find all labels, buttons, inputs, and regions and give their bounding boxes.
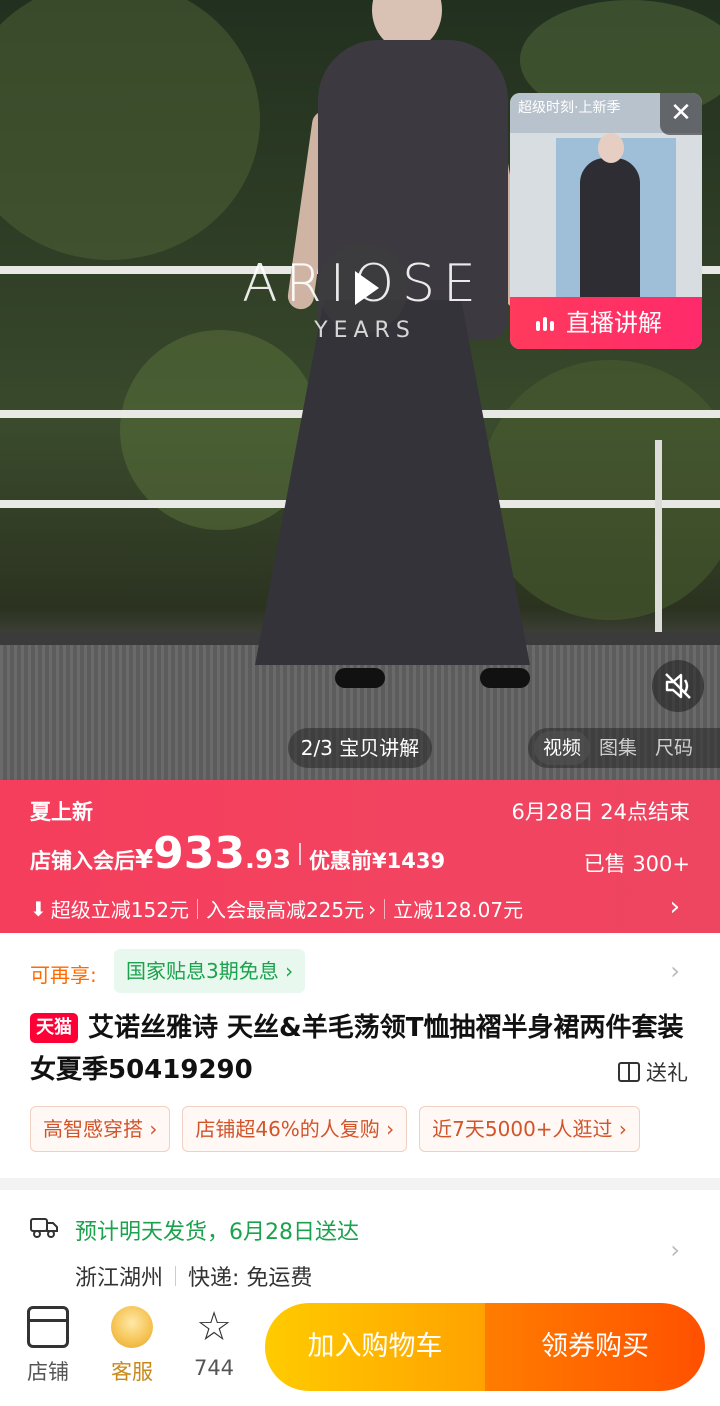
deal-item: 立减128.07元 [393,898,524,922]
original-price: 优惠前¥1439 [309,849,446,873]
price-label: 店铺入会后 [30,849,135,873]
live-host-head [598,133,624,163]
sold-count: 已售 300+ [583,852,690,876]
divider [175,1266,177,1286]
price-decimal: .93 [244,845,292,875]
chevron-right-icon: › [285,959,294,983]
live-host [580,158,640,303]
product-media[interactable]: ARIOSE YEARS 超级时刻·上新季 ✕ 直播讲解 2/3 宝贝讲解 视频… [0,0,720,780]
gift-button[interactable]: 送礼 [618,1057,688,1087]
deal-item: 超级立减152元 [50,898,189,922]
buy-with-coupon-button[interactable]: 领券购买 [485,1303,705,1391]
model-shoe [480,668,530,688]
add-to-cart-button[interactable]: 加入购物车 [265,1303,485,1391]
truck-icon [30,1218,58,1238]
model-shoe [335,668,385,688]
express-fee: 快递: 免运费 [188,1266,313,1291]
gift-icon [618,1062,640,1082]
brand-logo: ARIOSE [242,254,484,314]
store-icon [27,1306,69,1348]
tab-video[interactable]: 视频 [534,731,591,765]
highlight-chip[interactable]: 店铺超46%的人复购 › [182,1106,408,1152]
live-explain-label: 直播讲解 [566,309,662,337]
tab-gallery[interactable]: 图集 [590,731,646,765]
promo-title: 夏上新 [30,800,93,824]
ship-origin: 浙江湖州 [75,1266,164,1291]
installment-chip[interactable]: 国家贴息3期免息 › [114,949,306,993]
chevron-right-icon[interactable]: › [670,957,680,985]
divider [384,898,386,919]
brand-subtitle: YEARS [314,318,416,343]
store-label: 店铺 [27,1360,69,1384]
divider [196,898,198,919]
product-title[interactable]: 艾诺丝雅诗 天丝&羊毛荡领T恤抽褶半身裙两件套装女夏季50419290 [30,1007,694,1091]
customer-service-label: 客服 [111,1360,153,1384]
star-icon: ☆ [196,1304,232,1350]
close-icon[interactable]: ✕ [660,93,702,135]
chip-label: 近7天5000+人逛过 [432,1117,613,1141]
store-button[interactable]: 店铺 [18,1306,78,1386]
favorite-count: 744 [193,1356,235,1380]
media-counter[interactable]: 2/3 宝贝讲解 [288,728,432,768]
chevron-right-icon: › [368,896,377,921]
bottom-action-bar: 店铺 客服 ☆ 744 加入购物车 领券购买 [0,1290,720,1406]
delivery-estimate: 预计明天发货，6月28日送达 [75,1220,359,1245]
shipping-info[interactable]: 预计明天发货，6月28日送达 浙江湖州 快递: 免运费 › [0,1190,720,1292]
media-tabs: 视频 图集 尺码 [528,728,720,768]
product-info: 可再享: 国家贴息3期免息 › › 艾诺丝雅诗 天丝&羊毛荡领T恤抽褶半身裙两件… [0,933,720,1178]
highlight-chips: 高智感穿搭 › 店铺超46%的人复购 › 近7天5000+人逛过 › [30,1106,640,1152]
live-bars-icon [536,315,556,331]
chevron-right-icon[interactable]: › [670,892,680,922]
price-integer: 933 [153,828,245,879]
foliage [0,0,260,260]
customer-service-icon [111,1306,153,1348]
ship-origin-row: 浙江湖州 快递: 免运费 [75,1260,312,1292]
railing-post [655,440,662,635]
customer-service-button[interactable]: 客服 [102,1306,162,1386]
price-row: 店铺入会后 ¥ 933 .93 优惠前¥1439 [30,828,445,879]
live-explain-button[interactable]: 直播讲解 [510,297,702,349]
tab-size[interactable]: 尺码 [646,731,702,765]
highlight-chip[interactable]: 近7天5000+人逛过 › [419,1106,640,1152]
chip-label: 店铺超46%的人复购 [195,1117,380,1141]
divider [299,842,302,865]
mute-icon[interactable] [652,660,704,712]
chevron-right-icon[interactable]: › [670,1236,680,1264]
price-banner[interactable]: 夏上新 6月28日 24点结束 店铺入会后 ¥ 933 .93 优惠前¥1439… [0,780,720,933]
model-skirt [255,300,530,665]
favorite-button[interactable]: ☆ 744 [184,1306,244,1380]
installment-label: 国家贴息3期免息 [126,959,279,983]
gift-label: 送礼 [646,1061,688,1085]
promo-end-time: 6月28日 24点结束 [511,800,690,824]
chip-label: 高智感穿搭 [43,1117,143,1141]
extra-benefit-label: 可再享: [30,963,97,987]
tmall-badge: 天猫 [30,1013,78,1043]
deal-row[interactable]: ⬇ 超级立减152元 入会最高减225元 › 立减128.07元 [30,894,523,923]
foliage [480,360,720,620]
highlight-chip[interactable]: 高智感穿搭 › [30,1106,171,1152]
price-currency: ¥ [135,845,154,875]
deal-item: 入会最高减225元 [205,898,365,922]
arrow-down-icon: ⬇ [30,896,47,921]
